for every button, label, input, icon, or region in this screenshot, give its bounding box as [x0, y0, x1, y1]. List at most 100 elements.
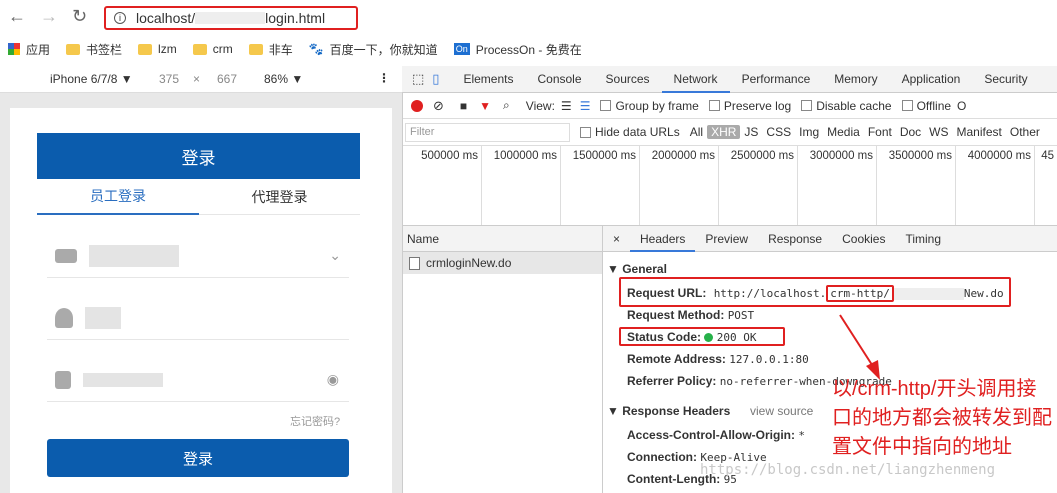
url-field[interactable]: i localhost/ login.html	[104, 6, 358, 30]
bookmark-processon[interactable]: On ProcessOn - 免费在	[453, 41, 582, 58]
device-toggle-icon[interactable]: ▯	[432, 71, 439, 87]
bookmark-baidu[interactable]: 🐾 百度一下，你就知道	[309, 41, 438, 58]
username-field[interactable]	[47, 296, 349, 340]
folder-icon	[66, 43, 81, 55]
remote-address-row: Remote Address: 127.0.0.1:80	[627, 352, 809, 366]
tab-console[interactable]: Console	[525, 66, 593, 93]
tab-preview[interactable]: Preview	[695, 226, 758, 252]
tab-performance[interactable]: Performance	[730, 66, 823, 93]
devtools-tabbar: ⬚ ▯ Elements Console Sources Network Per…	[402, 66, 1057, 93]
lock-icon	[55, 370, 71, 389]
processon-icon: On	[453, 43, 470, 55]
timeline-tick: 2500000 ms	[719, 146, 798, 225]
status-dot-icon	[704, 333, 714, 343]
offline-checkbox[interactable]	[901, 100, 913, 111]
forward-arrow-icon[interactable]: →	[40, 6, 58, 27]
type-ws[interactable]: WS	[925, 125, 952, 139]
waterfall-view-icon[interactable]: ☰	[580, 99, 591, 113]
password-field[interactable]: ◉	[47, 358, 349, 402]
info-icon[interactable]: i	[114, 12, 126, 24]
offline-label: Offline	[916, 98, 952, 113]
device-toolbar: iPhone 6/7/8 ▼ 375 × 667 86% ▼ ⋮	[0, 66, 402, 93]
back-arrow-icon[interactable]: ←	[8, 6, 26, 27]
preserve-log-checkbox[interactable]	[708, 100, 720, 111]
type-img[interactable]: Img	[795, 125, 823, 139]
bookmark-folder-feiche[interactable]: 非车	[248, 41, 293, 58]
device-width[interactable]: 375	[159, 72, 179, 86]
screenshot-icon[interactable]: ■	[460, 99, 467, 113]
forgot-password-link[interactable]: 忘记密码?	[290, 413, 340, 429]
more-options-icon[interactable]: ⋮	[378, 71, 390, 85]
type-font[interactable]: Font	[864, 125, 896, 139]
type-js[interactable]: JS	[740, 125, 762, 139]
request-method-row: Request Method: POST	[627, 308, 755, 322]
type-other[interactable]: Other	[1006, 125, 1044, 139]
zoom-select[interactable]: 86% ▼	[264, 72, 303, 86]
url-redacted	[195, 12, 266, 24]
tab-sources[interactable]: Sources	[594, 66, 662, 93]
org-icon	[55, 248, 77, 263]
chevron-down-icon[interactable]: ⌄	[329, 247, 341, 264]
tab-headers[interactable]: Headers	[630, 226, 696, 252]
record-icon[interactable]	[411, 99, 423, 112]
type-xhr[interactable]: XHR	[707, 125, 741, 139]
tab-timing[interactable]: Timing	[895, 226, 951, 252]
detail-tabbar: × Headers Preview Response Cookies Timin…	[603, 226, 1057, 252]
bookmark-folder-crm[interactable]: crm	[192, 42, 233, 56]
disable-cache-label: Disable cache	[816, 98, 892, 113]
tab-network[interactable]: Network	[661, 66, 730, 93]
device-select[interactable]: iPhone 6/7/8 ▼	[50, 72, 133, 86]
eye-icon[interactable]: ◉	[327, 371, 339, 388]
tab-employee-login[interactable]: 员工登录	[37, 179, 199, 215]
tab-response[interactable]: Response	[758, 226, 832, 252]
org-select-field[interactable]: ⌄	[47, 234, 349, 278]
type-manifest[interactable]: Manifest	[953, 125, 1006, 139]
bookmarks-bar: 应用 书签栏 lzm crm 非车 🐾 百度一下，你就知道 On ProcessOn…	[0, 34, 1057, 64]
filter-input[interactable]: Filter	[405, 122, 570, 142]
hide-data-urls-checkbox[interactable]	[580, 126, 591, 138]
type-css[interactable]: CSS	[762, 125, 795, 139]
tab-agent-login[interactable]: 代理登录	[199, 179, 360, 215]
type-doc[interactable]: Doc	[896, 125, 925, 139]
tab-elements[interactable]: Elements	[451, 66, 525, 93]
view-source-link[interactable]: view source	[750, 404, 813, 418]
response-headers-toggle[interactable]: ▼ Response Headers	[607, 404, 730, 418]
device-height[interactable]: 667	[217, 72, 237, 86]
timeline-tick: 1000000 ms	[482, 146, 561, 225]
inspect-icon[interactable]: ⬚	[412, 71, 424, 87]
disable-cache-checkbox[interactable]	[801, 100, 813, 111]
tab-cookies[interactable]: Cookies	[832, 226, 895, 252]
request-url-redacted	[893, 287, 964, 300]
bookmark-folder-bar[interactable]: 书签栏	[66, 41, 122, 58]
tab-security[interactable]: Security	[972, 66, 1039, 93]
filter-funnel-icon[interactable]: ▼	[479, 99, 491, 113]
type-all[interactable]: All	[686, 125, 707, 139]
timeline-tick: 45	[1041, 150, 1054, 162]
clear-icon[interactable]: ⊘	[433, 98, 444, 114]
hide-data-urls-label: Hide data URLs	[595, 125, 680, 139]
watermark: https://blog.csdn.net/liangzhenmeng	[700, 462, 996, 478]
tab-application[interactable]: Application	[890, 66, 973, 93]
pane-divider[interactable]	[602, 226, 603, 493]
timeline-tick: 500000 ms	[403, 146, 482, 225]
request-url-prefix: crm-http/	[826, 285, 894, 302]
annotation-arrow	[839, 314, 880, 380]
general-section-toggle[interactable]: ▼ General	[607, 262, 667, 276]
close-icon[interactable]: ×	[603, 226, 630, 252]
group-by-frame-checkbox[interactable]	[600, 100, 612, 111]
search-icon[interactable]: ⌕	[503, 98, 510, 113]
baidu-paw-icon: 🐾	[308, 42, 324, 56]
bookmark-folder-lzm[interactable]: lzm	[138, 42, 177, 56]
login-header: 登录	[37, 133, 360, 179]
name-column-header[interactable]: Name	[403, 226, 603, 252]
request-url-tail: New.do	[963, 287, 1004, 300]
tab-memory[interactable]: Memory	[822, 66, 889, 93]
group-by-frame-label: Group by frame	[615, 98, 699, 113]
network-timeline: 500000 ms 1000000 ms 1500000 ms 2000000 …	[403, 146, 1057, 226]
bookmark-apps[interactable]: 应用	[8, 41, 50, 58]
request-row[interactable]: crmloginNew.do	[403, 252, 603, 274]
reload-icon[interactable]: ↻	[72, 6, 87, 27]
type-media[interactable]: Media	[823, 125, 864, 139]
login-submit-button[interactable]: 登录	[47, 439, 349, 477]
list-view-icon[interactable]: ☰	[561, 99, 572, 113]
